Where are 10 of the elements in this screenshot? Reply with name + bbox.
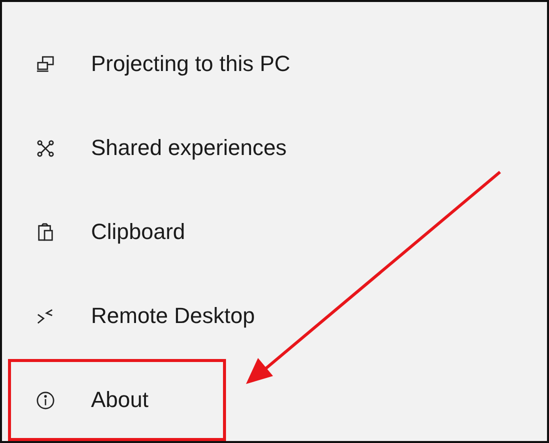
nodes-icon — [36, 138, 55, 158]
monitors-icon — [36, 54, 55, 74]
menu-item[interactable]: Shared experiences — [8, 106, 310, 190]
menu-item[interactable]: Clipboard — [8, 190, 208, 274]
chevrons-icon — [36, 306, 55, 326]
info-icon — [36, 390, 55, 410]
menu-item[interactable]: Projecting to this PC — [8, 22, 314, 106]
clipboard-icon — [36, 222, 55, 242]
menu-item[interactable]: About — [8, 359, 226, 441]
menu-item[interactable]: Remote Desktop — [8, 274, 278, 358]
